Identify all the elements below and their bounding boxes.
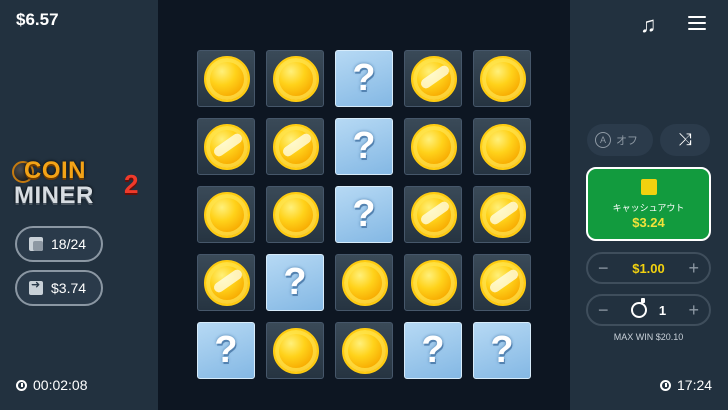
autoplay-label: オフ xyxy=(616,135,638,147)
coin-icon xyxy=(480,56,526,102)
question-icon: ? xyxy=(352,57,376,99)
revealed-coin-tile[interactable] xyxy=(335,254,393,311)
shuffle-icon: ⤨ xyxy=(678,130,692,149)
coin-icon xyxy=(204,260,250,306)
coin-icon xyxy=(411,260,457,306)
hidden-tile[interactable]: ? xyxy=(335,186,393,243)
coin-icon xyxy=(411,56,457,102)
question-icon: ? xyxy=(352,193,376,235)
question-icon: ? xyxy=(421,329,445,371)
revealed-coin-tile[interactable] xyxy=(197,254,255,311)
hidden-tile[interactable]: ? xyxy=(197,322,255,379)
payout-value: $3.74 xyxy=(51,280,87,296)
autoplay-toggle[interactable]: A オフ xyxy=(587,124,653,156)
tile-grid: ??????? xyxy=(197,50,531,382)
coin-icon xyxy=(204,56,250,102)
bet-value: $1.00 xyxy=(632,260,665,276)
game-logo: COIN MINER 2 xyxy=(12,157,152,211)
revealed-coin-tile[interactable] xyxy=(335,322,393,379)
coin-icon xyxy=(480,192,526,238)
shuffle-button[interactable]: ⤨ xyxy=(660,124,710,156)
revealed-coin-tile[interactable] xyxy=(473,50,531,107)
mine-icon xyxy=(630,298,647,318)
stop-icon xyxy=(640,178,657,195)
revealed-coin-tile[interactable] xyxy=(473,186,531,243)
revealed-coin-tile[interactable] xyxy=(266,50,324,107)
revealed-coin-tile[interactable] xyxy=(404,50,462,107)
mines-stepper: − 1 + xyxy=(586,294,711,326)
tiles-counter: 18/24 xyxy=(15,226,103,262)
clock-icon xyxy=(660,379,671,391)
coin-icon xyxy=(342,328,388,374)
hidden-tile[interactable]: ? xyxy=(266,254,324,311)
coin-icon xyxy=(411,124,457,170)
logo-line1: COIN xyxy=(24,157,86,184)
hidden-tile[interactable]: ? xyxy=(335,50,393,107)
coin-icon xyxy=(480,124,526,170)
clock-icon xyxy=(16,379,27,391)
logo-number: 2 xyxy=(124,169,139,199)
balance-display: $6.57 xyxy=(16,10,59,29)
coin-icon xyxy=(204,124,250,170)
hidden-tile[interactable]: ? xyxy=(335,118,393,175)
coin-icon xyxy=(342,260,388,306)
revealed-coin-tile[interactable] xyxy=(404,118,462,175)
tiles-value: 18/24 xyxy=(51,236,87,252)
logo-line2: MINER xyxy=(14,182,94,209)
hidden-tile[interactable]: ? xyxy=(473,322,531,379)
revealed-coin-tile[interactable] xyxy=(473,118,531,175)
music-icon[interactable]: ♫ xyxy=(640,12,657,38)
question-icon: ? xyxy=(352,125,376,167)
revealed-coin-tile[interactable] xyxy=(473,254,531,311)
coin-icon xyxy=(273,124,319,170)
question-icon: ? xyxy=(283,261,307,303)
revealed-coin-tile[interactable] xyxy=(404,186,462,243)
coin-icon xyxy=(480,260,526,306)
mines-value: 1 xyxy=(658,302,667,318)
bet-decrease-button[interactable]: − xyxy=(598,258,609,279)
question-icon: ? xyxy=(214,329,238,371)
coin-icon xyxy=(204,192,250,238)
auto-icon: A xyxy=(595,132,611,148)
bet-increase-button[interactable]: + xyxy=(688,258,699,279)
revealed-coin-tile[interactable] xyxy=(197,118,255,175)
session-timer: 00:02:08 xyxy=(16,377,88,393)
revealed-coin-tile[interactable] xyxy=(266,322,324,379)
menu-icon[interactable] xyxy=(688,16,706,30)
revealed-coin-tile[interactable] xyxy=(197,186,255,243)
elapsed-time: 00:02:08 xyxy=(33,377,88,393)
bet-stepper: − $1.00 + xyxy=(586,252,711,284)
payout-display: $3.74 xyxy=(15,270,103,306)
coin-icon xyxy=(273,56,319,102)
coin-icon xyxy=(273,192,319,238)
revealed-coin-tile[interactable] xyxy=(197,50,255,107)
cashout-button[interactable]: キャッシュアウト $3.24 xyxy=(586,167,711,241)
mines-decrease-button[interactable]: − xyxy=(598,300,609,321)
clock-display: 17:24 xyxy=(660,377,712,393)
exit-icon xyxy=(29,278,43,295)
question-icon: ? xyxy=(490,329,514,371)
mines-increase-button[interactable]: + xyxy=(688,300,699,321)
revealed-coin-tile[interactable] xyxy=(266,118,324,175)
cashout-amount: $3.24 xyxy=(632,214,665,230)
max-win-label: MAX WIN $20.10 xyxy=(613,332,684,342)
revealed-coin-tile[interactable] xyxy=(266,186,324,243)
coin-icon xyxy=(411,192,457,238)
revealed-coin-tile[interactable] xyxy=(404,254,462,311)
clock-time: 17:24 xyxy=(677,377,713,393)
cashout-label: キャッシュアウト xyxy=(612,202,685,213)
hidden-tile[interactable]: ? xyxy=(404,322,462,379)
tiles-icon xyxy=(29,237,43,251)
coin-icon xyxy=(273,328,319,374)
